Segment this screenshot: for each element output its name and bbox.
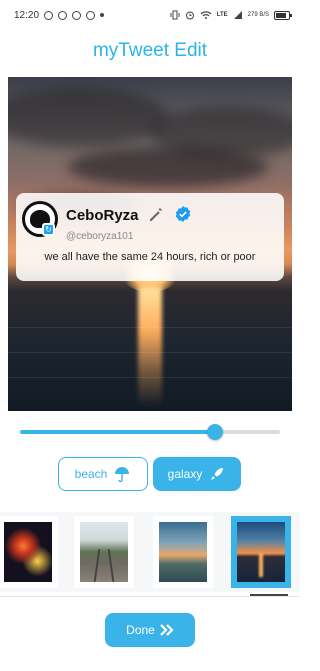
wifi-icon — [200, 11, 212, 19]
verified-icon — [175, 206, 191, 222]
slider-thumb[interactable] — [207, 424, 223, 440]
notification-icon — [58, 10, 68, 20]
slider-fill — [20, 430, 215, 434]
opacity-slider[interactable] — [20, 424, 280, 440]
thumbnail-image — [159, 522, 207, 582]
alarm-icon — [185, 11, 194, 20]
umbrella-icon — [115, 467, 130, 483]
network-speed: 279 B/S — [247, 11, 269, 18]
done-button[interactable]: Done — [105, 613, 195, 647]
thumbnail-image — [237, 522, 285, 582]
sun-reflection — [138, 287, 162, 407]
battery-icon — [274, 10, 292, 20]
tweet-preview: ↻ CeboRyza @ceboryza101 we all have the … — [8, 77, 292, 411]
water-ripple — [8, 352, 292, 353]
divider — [0, 596, 300, 597]
thumbnail-sunset[interactable] — [231, 516, 291, 588]
double-chevron-right-icon — [160, 624, 174, 636]
done-label: Done — [126, 623, 155, 637]
category-galaxy-button[interactable]: galaxy — [153, 457, 241, 491]
status-time: 12:20 — [14, 9, 40, 21]
thumbnail-fireworks[interactable] — [0, 516, 58, 588]
thumbnail-image — [80, 522, 128, 582]
background-picker — [0, 512, 300, 592]
notification-icon — [72, 10, 82, 20]
signal-icon — [233, 11, 242, 19]
water-ripple — [8, 327, 292, 328]
status-bar: 12:20 LTE 279 B/S — [0, 0, 300, 30]
page-title: myTweet Edit — [92, 40, 208, 61]
tweet-card: ↻ CeboRyza @ceboryza101 we all have the … — [16, 193, 284, 281]
thumbnail-railway[interactable] — [74, 516, 134, 588]
thumbnail-image — [4, 522, 52, 582]
cloud-shape — [68, 147, 268, 187]
category-label: beach — [74, 467, 108, 481]
status-left: 12:20 — [14, 9, 105, 21]
status-right: LTE 279 B/S — [170, 10, 292, 20]
category-label: galaxy — [167, 467, 203, 481]
refresh-icon: ↻ — [42, 223, 55, 236]
network-type: LTE — [216, 12, 228, 18]
edit-icon[interactable] — [148, 207, 164, 223]
more-notifications-icon — [100, 13, 105, 17]
rocket-icon — [211, 468, 224, 480]
tweet-name[interactable]: CeboRyza — [66, 207, 139, 224]
notification-icon — [44, 10, 54, 20]
battery-level — [276, 12, 286, 18]
thumbnail-lake[interactable] — [153, 516, 213, 588]
category-beach-button[interactable]: beach — [58, 457, 148, 491]
tweet-text[interactable]: we all have the same 24 hours, rich or p… — [16, 251, 284, 263]
tweet-handle: @ceboryza101 — [66, 231, 134, 242]
water-ripple — [8, 377, 292, 378]
notification-icon — [86, 10, 96, 20]
vibrate-icon — [170, 10, 180, 20]
